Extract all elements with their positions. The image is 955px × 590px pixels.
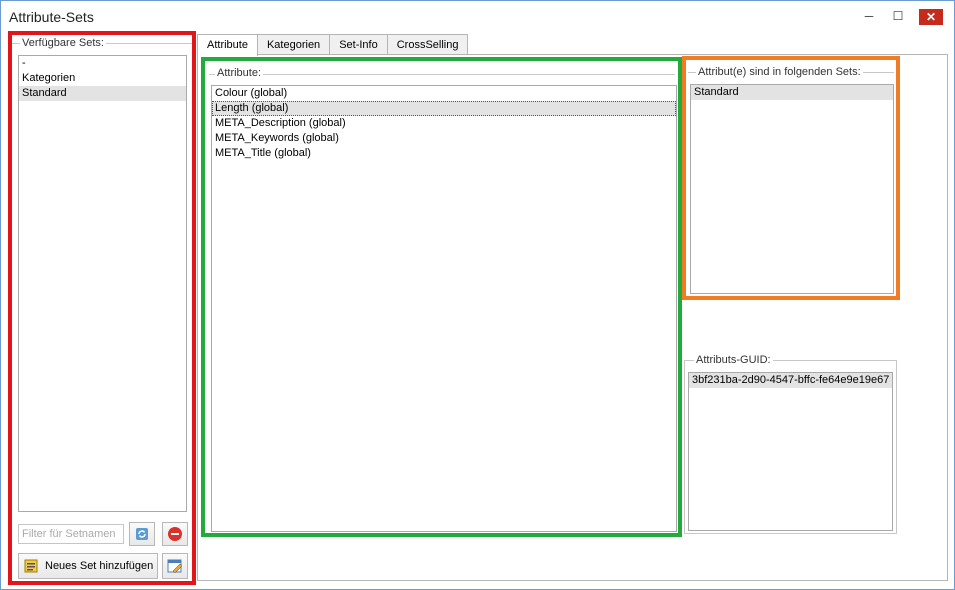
minimize-button[interactable]: ─ [858, 7, 880, 25]
guid-label: Attributs-GUID: [694, 354, 773, 366]
assigned-sets-panel: Attribut(e) sind in folgenden Sets: Stan… [682, 56, 900, 300]
assigned-sets-label: Attribut(e) sind in folgenden Sets: [696, 66, 863, 78]
list-item[interactable]: META_Title (global) [212, 146, 676, 161]
refresh-button[interactable] [129, 522, 155, 546]
close-button[interactable]: ✕ [919, 9, 943, 25]
list-item[interactable]: Standard [691, 85, 893, 100]
tab-crossselling[interactable]: CrossSelling [386, 34, 469, 55]
assigned-sets-list[interactable]: Standard [690, 84, 894, 294]
window-title: Attribute-Sets [9, 9, 94, 25]
tab-kategorien[interactable]: Kategorien [256, 34, 331, 55]
tab-attribute[interactable]: Attribute [197, 34, 258, 56]
maximize-button[interactable]: ☐ [887, 7, 909, 25]
refresh-icon [136, 528, 148, 540]
available-sets-panel: Verfügbare Sets: - Kategorien Standard F… [8, 31, 196, 585]
add-set-button[interactable]: Neues Set hinzufügen [18, 553, 158, 579]
delete-icon [168, 527, 182, 541]
tab-set-info[interactable]: Set-Info [329, 34, 388, 55]
guid-value[interactable]: 3bf231ba-2d90-4547-bffc-fe64e9e19e67 [689, 373, 892, 388]
available-sets-label: Verfügbare Sets: [20, 37, 106, 49]
tab-bar: Attribute Kategorien Set-Info CrossSelli… [197, 34, 469, 56]
attributes-label: Attribute: [215, 67, 264, 79]
guid-list[interactable]: 3bf231ba-2d90-4547-bffc-fe64e9e19e67 [688, 372, 893, 531]
available-sets-list[interactable]: - Kategorien Standard [18, 55, 187, 512]
list-item[interactable]: - [19, 56, 186, 71]
title-bar: Attribute-Sets ─ ☐ ✕ [1, 1, 954, 31]
list-item[interactable]: Kategorien [19, 71, 186, 86]
attributes-list[interactable]: Colour (global) Length (global) META_Des… [211, 85, 677, 532]
list-item[interactable]: Colour (global) [212, 86, 676, 101]
list-add-icon [24, 559, 38, 573]
attribute-sets-window: Attribute-Sets ─ ☐ ✕ Verfügbare Sets: - … [0, 0, 955, 590]
set-filter-input[interactable] [18, 524, 124, 544]
add-set-label: Neues Set hinzufügen [45, 560, 154, 572]
edit-set-button[interactable] [162, 553, 188, 579]
list-item[interactable]: META_Keywords (global) [212, 131, 676, 146]
list-item[interactable]: Length (global) [212, 101, 676, 116]
list-item[interactable]: META_Description (global) [212, 116, 676, 131]
guid-group: Attributs-GUID: 3bf231ba-2d90-4547-bffc-… [684, 354, 897, 534]
edit-icon [167, 559, 183, 574]
attributes-panel: Attribute: Colour (global) Length (globa… [201, 57, 682, 537]
delete-set-button[interactable] [162, 522, 188, 546]
list-item[interactable]: Standard [19, 86, 186, 101]
